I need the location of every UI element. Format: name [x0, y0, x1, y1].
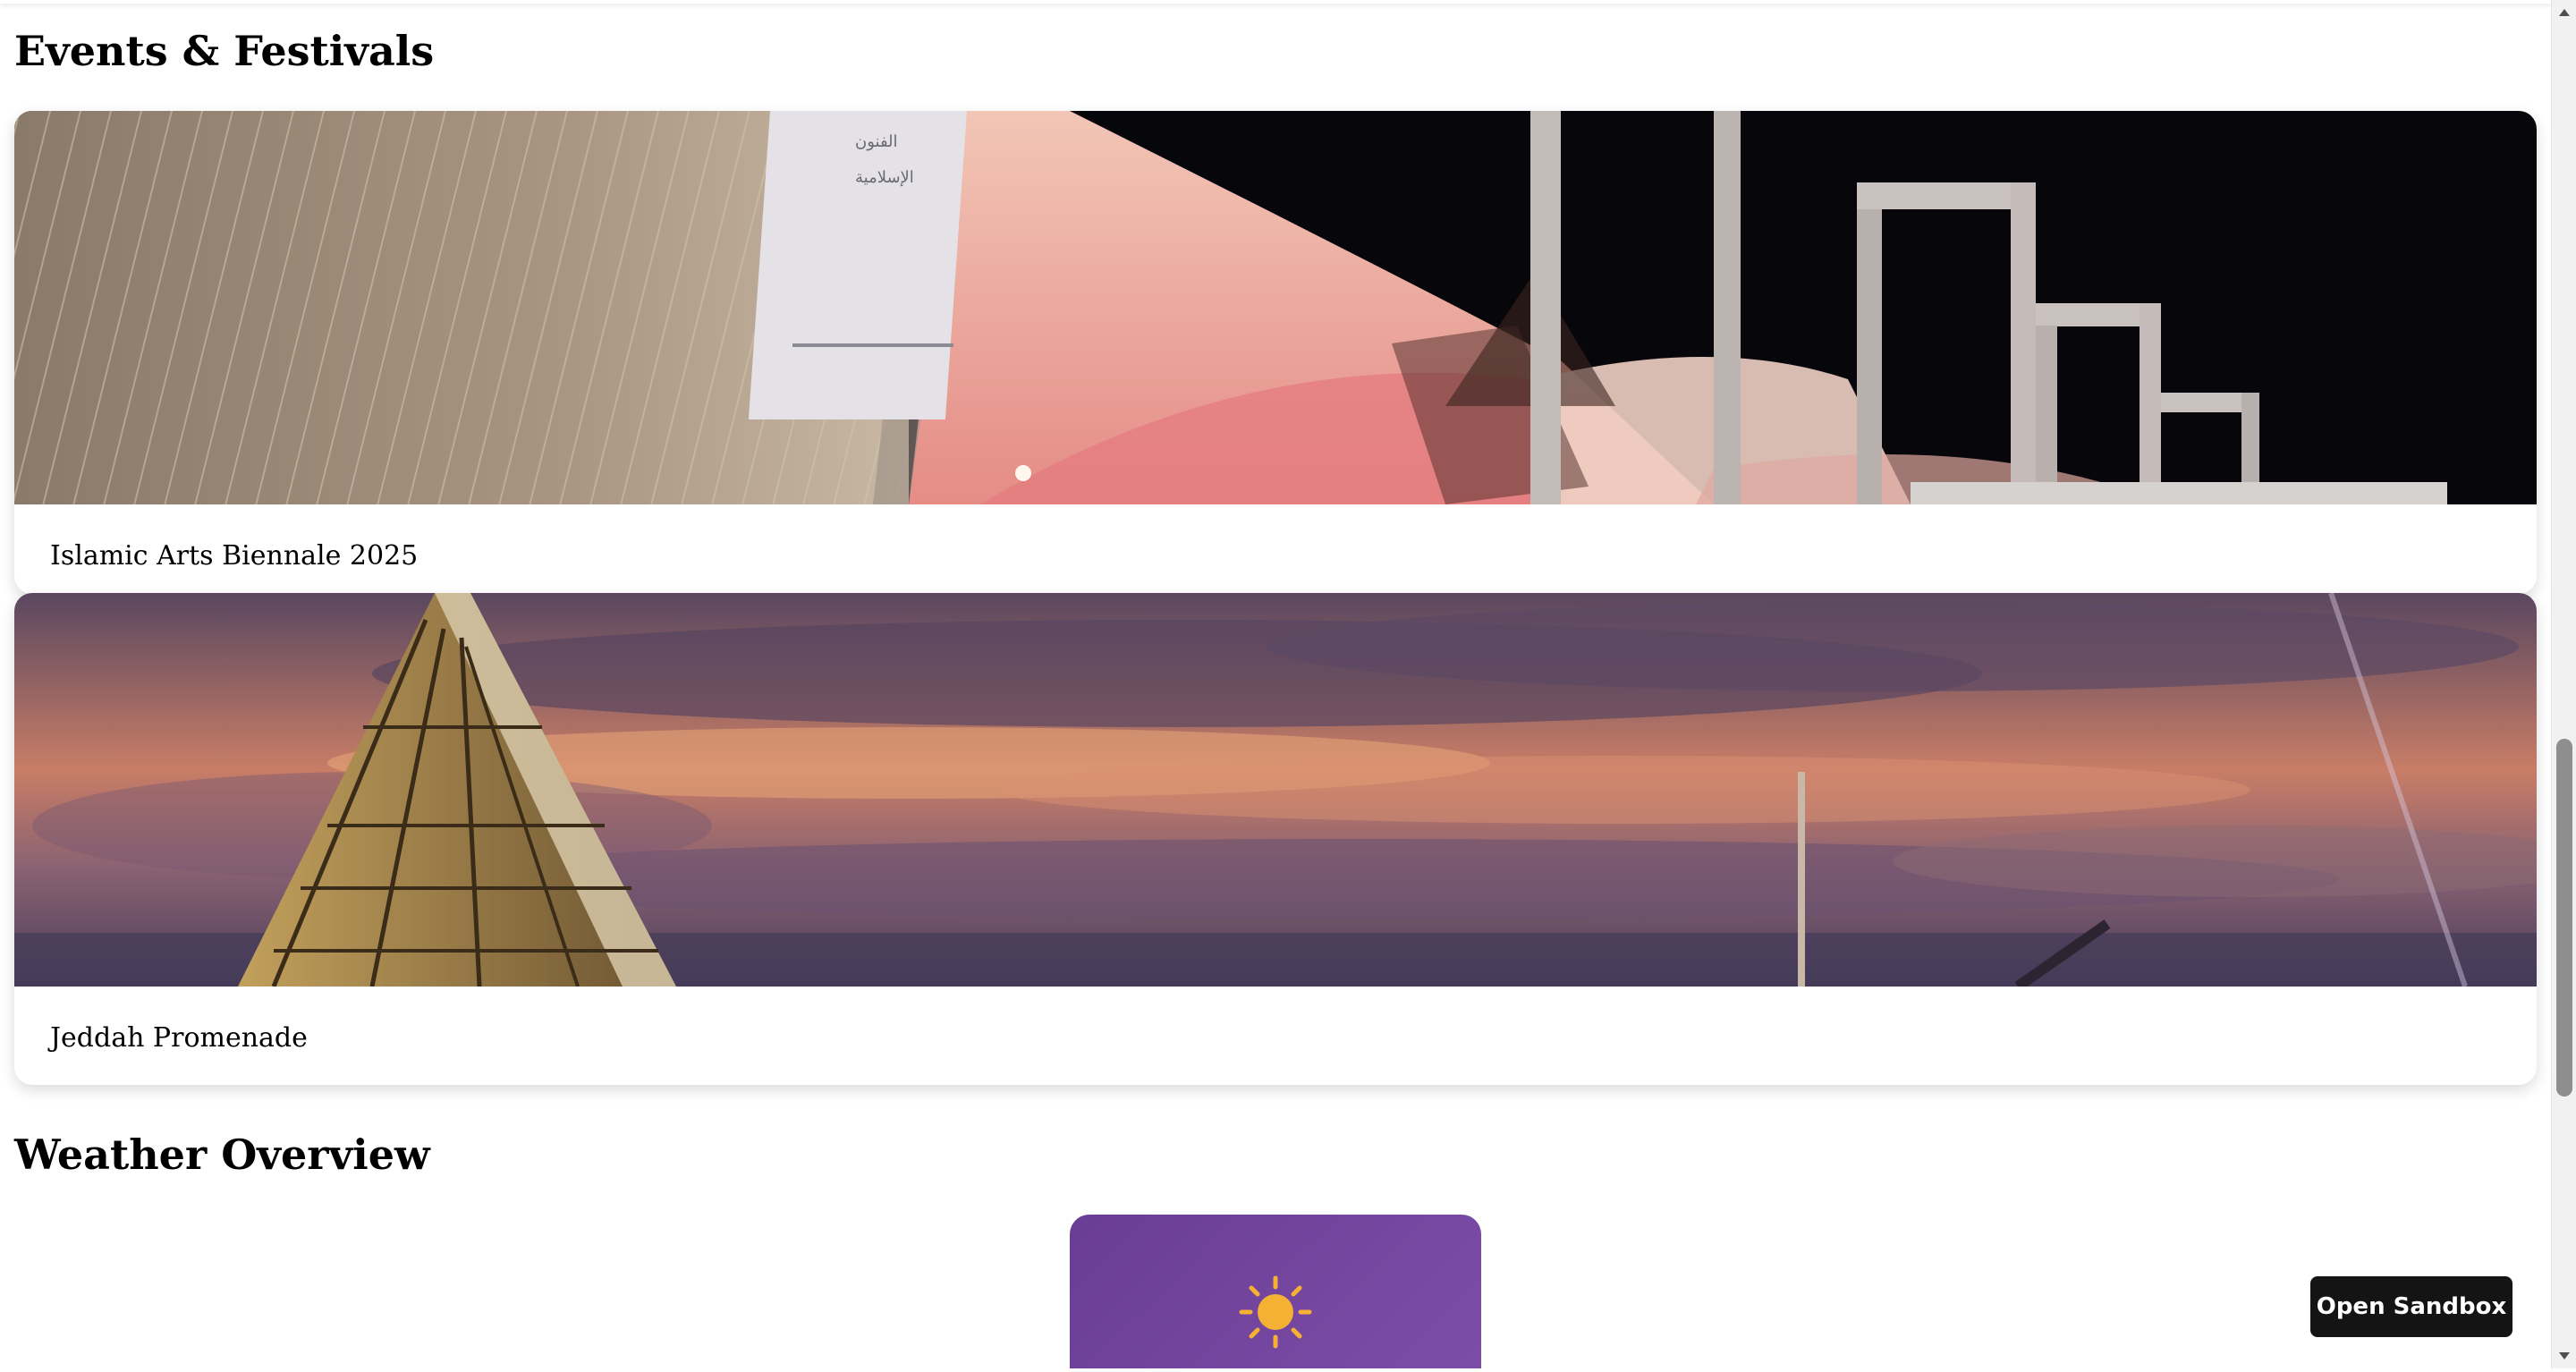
event-caption: Islamic Arts Biennale 2025 [50, 540, 419, 572]
page-viewport: Events & Festivals ﺍﻟﻔﻨﻮﻥ ﺍﻹﺳﻼﻣﻴﺔ Islami… [0, 0, 2551, 1368]
vertical-scrollbar[interactable] [2551, 0, 2576, 1368]
weather-section-title: Weather Overview [14, 1131, 430, 1179]
event-card[interactable]: Jeddah Promenade [14, 593, 2537, 1085]
event-card[interactable]: ﺍﻟﻔﻨﻮﻥ ﺍﻹﺳﻼﻣﻴﺔ Islamic Arts Biennale 202… [14, 111, 2537, 594]
events-section-title: Events & Festivals [14, 27, 435, 75]
header-shadow [0, 0, 2551, 4]
open-sandbox-button[interactable]: Open Sandbox [2310, 1276, 2512, 1337]
scroll-down-arrow-icon[interactable] [2552, 1343, 2576, 1368]
event-image-biennale: ﺍﻟﻔﻨﻮﻥ ﺍﻹﺳﻼﻣﻴﺔ [14, 111, 2537, 504]
event-image-promenade [14, 593, 2537, 987]
scroll-up-arrow-icon[interactable] [2552, 0, 2576, 25]
sun-icon [1239, 1275, 1312, 1352]
event-caption: Jeddah Promenade [50, 1022, 308, 1054]
scrollbar-thumb[interactable] [2556, 739, 2572, 1097]
svg-text:ﺍﻹﺳﻼﻣﻴﺔ: ﺍﻹﺳﻼﻣﻴﺔ [855, 168, 914, 187]
svg-text:ﺍﻟﻔﻨﻮﻥ: ﺍﻟﻔﻨﻮﻥ [855, 132, 898, 151]
